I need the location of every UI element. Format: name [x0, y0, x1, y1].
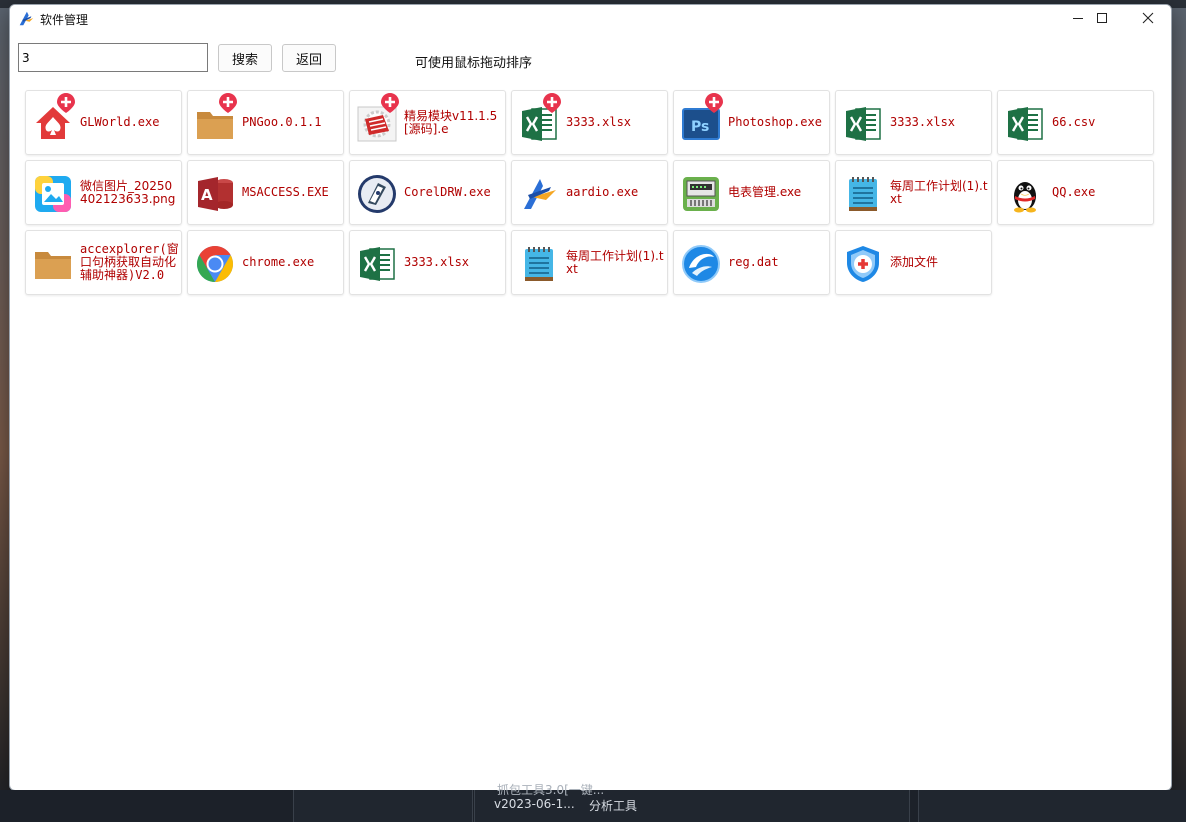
excel-icon — [1004, 103, 1046, 145]
add-file-shield-icon — [842, 243, 884, 285]
taskbar-item-tool: 分析工具 — [589, 799, 638, 813]
window-title: 软件管理 — [40, 13, 89, 27]
file-tile[interactable]: 精易模块v11.1.5[源码].e — [349, 90, 506, 155]
file-tile-label: aardio.exe — [566, 185, 639, 199]
excel-icon — [842, 103, 884, 145]
back-button[interactable]: 返回 — [282, 44, 336, 72]
file-tile[interactable]: 66.csv — [997, 90, 1154, 155]
meter-icon — [680, 173, 722, 215]
notepad-icon — [842, 173, 884, 215]
file-tile-label: MSACCESS.EXE — [242, 185, 329, 199]
file-tile[interactable]: 微信图片_20250402123633.png — [25, 160, 182, 225]
file-tile[interactable]: accexplorer(窗口句柄获取自动化辅助神器)V2.0 — [25, 230, 182, 295]
file-tile-label: Photoshop.exe — [728, 115, 822, 129]
file-tile[interactable]: 3333.xlsx — [349, 230, 506, 295]
maximize-button[interactable] — [1079, 4, 1125, 32]
file-tile-label: 3333.xlsx — [890, 115, 956, 129]
file-tile[interactable]: reg.dat — [673, 230, 830, 295]
file-tile-label: 添加文件 — [890, 255, 939, 269]
file-tile[interactable]: 电表管理.exe — [673, 160, 830, 225]
taskbar-panel-right — [918, 790, 1186, 822]
pin-badge-icon — [55, 92, 77, 114]
file-tile-label: 精易模块v11.1.5[源码].e — [404, 108, 498, 136]
file-tile[interactable]: 添加文件 — [835, 230, 992, 295]
file-tile-label: 电表管理.exe — [728, 185, 802, 199]
image-icon — [32, 173, 74, 215]
file-tile[interactable]: Ps Photoshop.exe — [673, 90, 830, 155]
taskbar-item-version: v2023-06-1... — [494, 797, 575, 811]
file-tile[interactable]: 3333.xlsx — [511, 90, 668, 155]
taskbar-panel-left — [293, 790, 473, 822]
file-tile[interactable]: QQ.exe — [997, 160, 1154, 225]
file-tile-label: accexplorer(窗口句柄获取自动化辅助神器)V2.0 — [80, 242, 179, 282]
file-tile-label: QQ.exe — [1052, 185, 1096, 199]
reg-icon — [680, 243, 722, 285]
folder-icon — [32, 243, 74, 285]
file-tile[interactable]: GLWorld.exe — [25, 90, 182, 155]
aardio-icon — [518, 173, 560, 215]
file-tile[interactable]: 每周工作计划(1).txt — [511, 230, 668, 295]
notepad-icon — [518, 243, 560, 285]
pin-badge-icon — [541, 92, 563, 114]
file-tile[interactable]: A MSACCESS.EXE — [187, 160, 344, 225]
file-tile-label: chrome.exe — [242, 255, 315, 269]
close-button[interactable] — [1125, 4, 1171, 32]
pin-badge-icon — [217, 92, 239, 114]
file-tile-label: 3333.xlsx — [404, 255, 470, 269]
maximize-icon — [1097, 13, 1107, 23]
qq-penguin-icon — [1004, 173, 1046, 215]
file-tile-label: 每周工作计划(1).txt — [890, 178, 988, 206]
file-tile[interactable]: aardio.exe — [511, 160, 668, 225]
file-tile-label: 3333.xlsx — [566, 115, 632, 129]
file-tile-label: reg.dat — [728, 255, 779, 269]
file-tile[interactable]: PNGoo.0.1.1 — [187, 90, 344, 155]
drag-sort-hint: 可使用鼠标拖动排序 — [415, 56, 533, 71]
excel-icon — [356, 243, 398, 285]
pin-badge-icon — [703, 92, 725, 114]
file-tile-label: 66.csv — [1052, 115, 1096, 129]
file-tile-label: 每周工作计划(1).txt — [566, 248, 664, 276]
file-tile[interactable]: chrome.exe — [187, 230, 344, 295]
close-icon — [1142, 12, 1154, 24]
chrome-icon — [194, 243, 236, 285]
file-tile[interactable]: CorelDRW.exe — [349, 160, 506, 225]
file-tile-label: 微信图片_20250402123633.png — [80, 178, 176, 206]
file-tile[interactable]: 3333.xlsx — [835, 90, 992, 155]
pin-badge-icon — [379, 92, 401, 114]
search-button[interactable]: 搜索 — [218, 44, 272, 72]
access-icon: A — [194, 173, 236, 215]
file-tile-label: CorelDRW.exe — [404, 185, 491, 199]
title-bar: 软件管理 — [10, 5, 1171, 33]
file-tile-label: PNGoo.0.1.1 — [242, 115, 322, 129]
taskbar-item-line1: 抓包工具3.0[一键... — [497, 783, 605, 797]
aardio-app-icon — [19, 11, 34, 26]
file-tile[interactable]: 每周工作计划(1).txt — [835, 160, 992, 225]
svg-text:A: A — [201, 186, 213, 204]
search-input[interactable] — [18, 43, 208, 72]
software-manager-window: 软件管理 搜索 返回 可使用鼠标拖动排序 GLWorld.exe PNGoo.0.… — [9, 4, 1172, 791]
svg-text:Ps: Ps — [691, 119, 709, 135]
file-tile-label: GLWorld.exe — [80, 115, 160, 129]
coreldraw-icon — [356, 173, 398, 215]
